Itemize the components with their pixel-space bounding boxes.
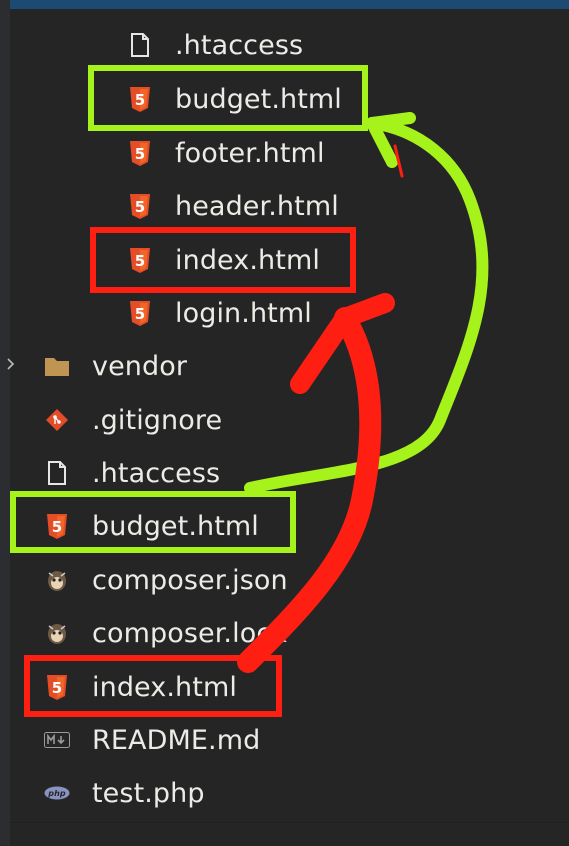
- chevron-right-icon[interactable]: [7, 358, 15, 370]
- annotation-green-box-nested: [88, 65, 368, 131]
- tree-item-composer-json[interactable]: composer.json: [44, 557, 288, 603]
- tree-item-label: composer.lock: [92, 617, 288, 649]
- html5-icon: 5: [127, 300, 153, 326]
- file-icon: [44, 460, 70, 486]
- explorer-top-bar: [10, 0, 569, 9]
- tree-item-htaccess[interactable]: .htaccess: [44, 450, 220, 496]
- file-icon: [127, 32, 153, 58]
- svg-text:5: 5: [135, 305, 146, 323]
- annotation-red-box-nested: [90, 227, 356, 293]
- tree-item-label: header.html: [175, 190, 339, 222]
- tree-item-login-html[interactable]: 5 login.html: [127, 290, 312, 336]
- activity-bar-edge: [0, 0, 10, 845]
- annotation-green-box-root: [10, 491, 296, 553]
- tree-item-test-php[interactable]: php test.php: [44, 770, 205, 816]
- tree-item-htaccess-nested[interactable]: .htaccess: [127, 22, 303, 68]
- tree-item-header-html[interactable]: 5 header.html: [127, 183, 339, 229]
- tree-item-footer-html[interactable]: 5 footer.html: [127, 130, 325, 176]
- explorer-bottom-bar: [10, 822, 569, 846]
- svg-text:5: 5: [135, 198, 146, 216]
- tree-item-composer-lock[interactable]: composer.lock: [44, 610, 287, 656]
- tree-item-label: .gitignore: [92, 404, 223, 436]
- annotation-red-box-root: [24, 655, 282, 717]
- svg-text:php: php: [47, 789, 66, 798]
- composer-icon: [44, 567, 70, 593]
- tree-item-label: test.php: [92, 777, 205, 809]
- tree-item-vendor-folder[interactable]: vendor: [44, 343, 187, 389]
- folder-icon: [44, 353, 70, 379]
- git-icon: [44, 407, 70, 433]
- svg-text:5: 5: [135, 145, 146, 163]
- tree-item-label: .htaccess: [175, 29, 304, 61]
- tree-item-label: vendor: [92, 350, 188, 382]
- tree-item-readme-md[interactable]: README.md: [44, 717, 260, 763]
- tree-item-label: footer.html: [175, 137, 325, 169]
- tree-item-gitignore[interactable]: .gitignore: [44, 397, 222, 443]
- html5-icon: 5: [127, 140, 153, 166]
- tree-item-label: README.md: [92, 724, 261, 756]
- composer-icon: [44, 620, 70, 646]
- tree-item-label: composer.json: [92, 564, 288, 596]
- tree-item-label: .htaccess: [92, 457, 221, 489]
- php-icon: php: [44, 780, 70, 806]
- html5-icon: 5: [127, 193, 153, 219]
- markdown-icon: [44, 727, 70, 753]
- tree-item-label: login.html: [175, 297, 312, 329]
